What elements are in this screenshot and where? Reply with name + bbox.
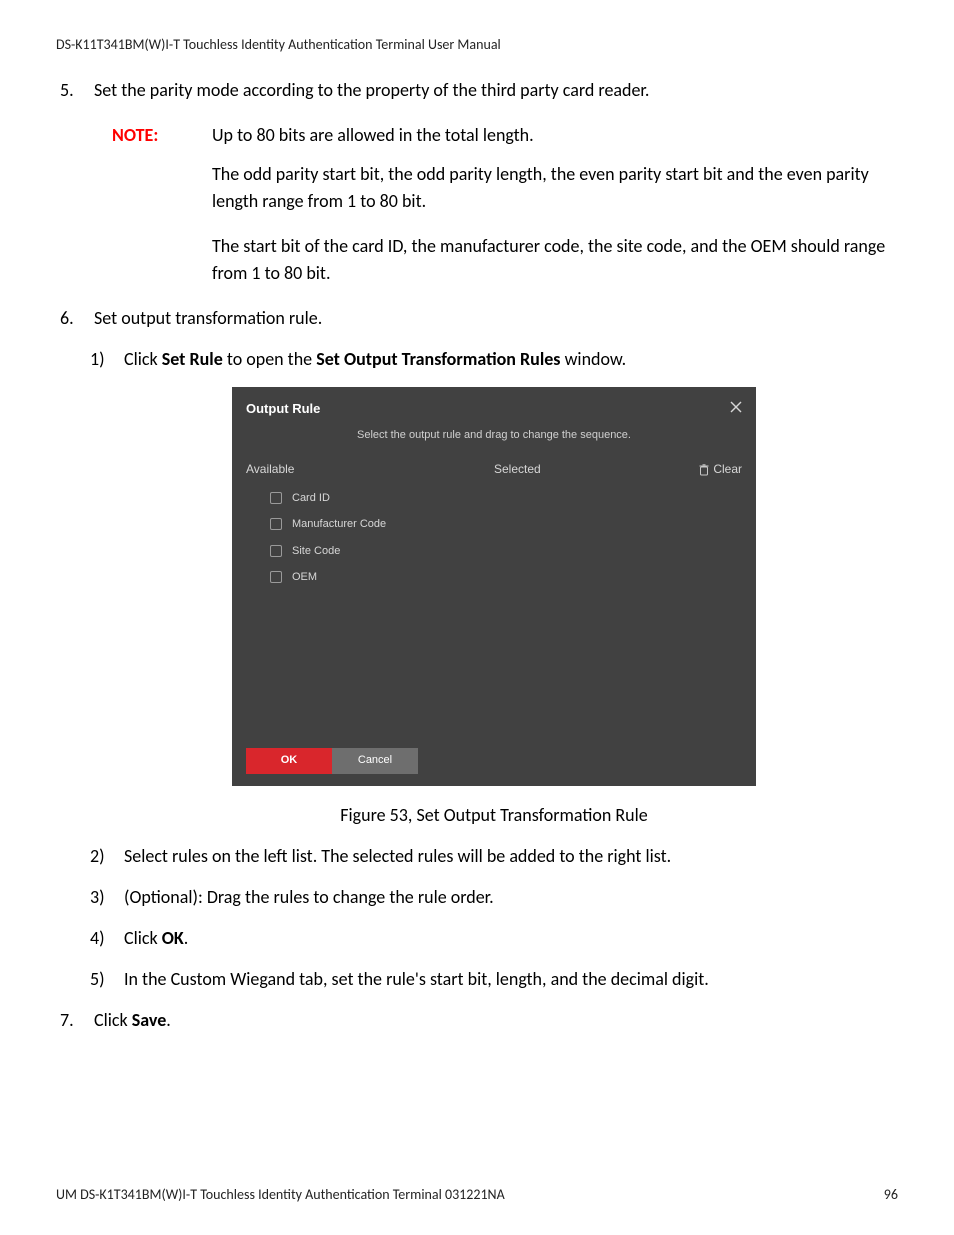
checkbox-icon[interactable] (270, 492, 282, 504)
dialog-subtitle: Select the output rule and drag to chang… (232, 427, 756, 444)
substeps: 1) Click Set Rule to open the Set Output… (56, 346, 898, 993)
available-item-card-id[interactable]: Card ID (270, 490, 494, 507)
available-list: Card ID Manufacturer Code Site Code (246, 490, 494, 586)
substep-4: 4) Click OK. (90, 925, 898, 952)
selected-list[interactable] (494, 490, 742, 700)
substep-2: 2) Select rules on the left list. The se… (90, 843, 898, 870)
figure-caption: Figure 53, Set Output Transformation Rul… (90, 802, 898, 829)
available-item-manufacturer-code[interactable]: Manufacturer Code (270, 516, 494, 533)
substep-number: 3) (90, 884, 124, 911)
substep-number: 1) (90, 346, 124, 373)
available-item-oem[interactable]: OEM (270, 569, 494, 586)
checkbox-icon[interactable] (270, 545, 282, 557)
note-body-line3: The start bit of the card ID, the manufa… (56, 233, 898, 287)
step-number: 5. (56, 77, 94, 104)
step-body: Click Save. (94, 1007, 898, 1034)
substep-number: 5) (90, 966, 124, 993)
step-number: 6. (56, 305, 94, 332)
note-body-line1: Up to 80 bits are allowed in the total l… (212, 122, 898, 149)
cancel-button[interactable]: Cancel (332, 748, 418, 774)
trash-icon (699, 463, 709, 475)
available-label: Available (246, 460, 294, 478)
substep-body: Select rules on the left list. The selec… (124, 843, 671, 870)
figure-53: Output Rule Select the output rule and d… (90, 387, 898, 829)
selected-label: Selected (494, 460, 541, 478)
step-body: Set the parity mode according to the pro… (94, 77, 898, 104)
item-label: Site Code (292, 543, 340, 560)
selected-column: Selected Clear (494, 460, 742, 700)
note-body-line2: The odd parity start bit, the odd parity… (56, 161, 898, 215)
step-5: 5. Set the parity mode according to the … (56, 77, 898, 104)
note-label: NOTE: (56, 122, 212, 149)
page-content: 5. Set the parity mode according to the … (56, 77, 898, 1034)
substep-1: 1) Click Set Rule to open the Set Output… (90, 346, 898, 373)
close-icon[interactable] (730, 397, 742, 421)
footer-page-number: 96 (884, 1186, 898, 1203)
substep-body: Click Set Rule to open the Set Output Tr… (124, 346, 626, 373)
substep-3: 3) (Optional): Drag the rules to change … (90, 884, 898, 911)
page-header: DS-K11T341BM(W)I-T Touchless Identity Au… (56, 36, 898, 53)
output-rule-dialog: Output Rule Select the output rule and d… (232, 387, 756, 786)
page-footer: UM DS-K1T341BM(W)I-T Touchless Identity … (56, 1186, 898, 1203)
dialog-title: Output Rule (246, 399, 320, 419)
available-item-site-code[interactable]: Site Code (270, 543, 494, 560)
footer-left: UM DS-K1T341BM(W)I-T Touchless Identity … (56, 1186, 505, 1203)
clear-label: Clear (713, 460, 742, 478)
substep-number: 4) (90, 925, 124, 952)
item-label: Card ID (292, 490, 330, 507)
substep-body: In the Custom Wiegand tab, set the rule'… (124, 966, 709, 993)
step-6: 6. Set output transformation rule. (56, 305, 898, 332)
item-label: Manufacturer Code (292, 516, 386, 533)
clear-button[interactable]: Clear (699, 460, 742, 478)
step-7: 7. Click Save. (56, 1007, 898, 1034)
substep-number: 2) (90, 843, 124, 870)
substep-5: 5) In the Custom Wiegand tab, set the ru… (90, 966, 898, 993)
note-row: NOTE: Up to 80 bits are allowed in the t… (56, 122, 898, 149)
step-body: Set output transformation rule. (94, 305, 898, 332)
item-label: OEM (292, 569, 317, 586)
substep-body: (Optional): Drag the rules to change the… (124, 884, 494, 911)
checkbox-icon[interactable] (270, 518, 282, 530)
substep-body: Click OK. (124, 925, 188, 952)
available-column: Available Card ID (246, 460, 494, 700)
checkbox-icon[interactable] (270, 571, 282, 583)
ok-button[interactable]: OK (246, 748, 332, 774)
step-number: 7. (56, 1007, 94, 1034)
